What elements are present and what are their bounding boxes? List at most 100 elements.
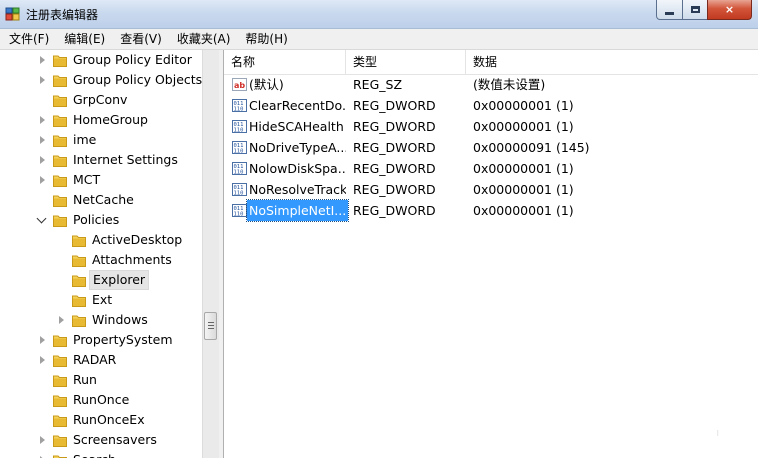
tree-item[interactable]: Run	[0, 370, 202, 390]
tree-item-label: PropertySystem	[73, 332, 173, 347]
collapsed-arrow-icon[interactable]	[59, 316, 64, 324]
tree-item-label: Internet Settings	[73, 152, 178, 167]
value-type: REG_SZ	[353, 77, 403, 92]
close-icon: ×	[724, 3, 735, 16]
folder-icon	[53, 193, 67, 207]
tree-item-label: NetCache	[73, 192, 134, 207]
tree-item[interactable]: MCT	[0, 170, 202, 190]
menu-file[interactable]: 文件(F)	[0, 29, 55, 49]
folder-icon	[53, 153, 67, 167]
close-button[interactable]: ×	[707, 0, 752, 20]
tree-item-label: Search	[70, 450, 119, 458]
tree-item[interactable]: Internet Settings	[0, 150, 202, 170]
column-header-type[interactable]: 类型	[346, 50, 466, 74]
collapsed-arrow-icon[interactable]	[40, 356, 45, 364]
menu-bar: 文件(F) 编辑(E) 查看(V) 收藏夹(A) 帮助(H)	[0, 29, 758, 50]
string-value-icon: ab	[232, 77, 247, 92]
menu-view[interactable]: 查看(V)	[111, 29, 168, 49]
svg-text:110: 110	[234, 212, 244, 218]
tree-item-label: GrpConv	[73, 92, 128, 107]
folder-icon	[53, 373, 67, 387]
tree-item[interactable]: Attachments	[0, 250, 202, 270]
folder-icon	[53, 213, 67, 227]
tree-scrollbar[interactable]	[202, 50, 219, 458]
title-bar[interactable]: 注册表编辑器 ×	[0, 0, 758, 29]
tree-item[interactable]: Policies	[0, 210, 202, 230]
folder-icon	[72, 233, 86, 247]
svg-text:110: 110	[234, 191, 244, 197]
tree-item[interactable]: NetCache	[0, 190, 202, 210]
tree-item[interactable]: GrpConv	[0, 90, 202, 110]
collapsed-arrow-icon[interactable]	[40, 336, 45, 344]
list-item[interactable]: 011 110 NoDriveTypeA... REG_DWORD 0x00000091…	[224, 137, 758, 158]
size-grip[interactable]: ⁝	[716, 429, 719, 438]
tree-item[interactable]: ActiveDesktop	[0, 230, 202, 250]
values-list[interactable]: 名称 类型 数据 ab (默认) REG_SZ (数值未设置) 011 110 ClearR…	[223, 50, 758, 458]
value-data: 0x00000001 (1)	[473, 182, 574, 197]
tree-item[interactable]: RunOnce	[0, 390, 202, 410]
collapsed-arrow-icon[interactable]	[40, 56, 45, 64]
value-type: REG_DWORD	[353, 182, 436, 197]
tree-item[interactable]: Ext	[0, 290, 202, 310]
list-item[interactable]: 011 110 NoResolveTrack REG_DWORD 0x00000001 …	[224, 179, 758, 200]
collapsed-arrow-icon[interactable]	[40, 156, 45, 164]
value-name: NoDriveTypeA...	[249, 140, 346, 155]
maximize-button[interactable]	[682, 0, 708, 20]
tree-item-label: Policies	[73, 212, 120, 227]
maximize-icon	[690, 6, 700, 13]
menu-edit[interactable]: 编辑(E)	[55, 29, 111, 49]
tree-item[interactable]: Windows	[0, 310, 202, 330]
folder-icon	[72, 313, 86, 327]
tree-item-label: Screensavers	[73, 432, 157, 447]
tree-item[interactable]: RunOnceEx	[0, 410, 202, 430]
tree-item[interactable]: Screensavers	[0, 430, 202, 450]
value-name: NoResolveTrack	[249, 182, 346, 197]
value-data: 0x00000001 (1)	[473, 161, 574, 176]
svg-text:110: 110	[234, 170, 244, 176]
folder-icon	[53, 173, 67, 187]
folder-icon	[53, 73, 67, 87]
key-tree[interactable]: Group Policy Editor Group Policy Objects G…	[0, 50, 220, 458]
collapsed-arrow-icon[interactable]	[40, 76, 45, 84]
tree-item[interactable]: ime	[0, 130, 202, 150]
list-item[interactable]: 011 110 ClearRecentDo... REG_DWORD 0x0000000…	[224, 95, 758, 116]
value-type: REG_DWORD	[353, 161, 436, 176]
folder-icon	[53, 113, 67, 127]
folder-icon	[72, 293, 86, 307]
list-item[interactable]: ab (默认) REG_SZ (数值未设置)	[224, 74, 758, 95]
column-header-data[interactable]: 数据	[466, 50, 758, 74]
tree-item-label: Ext	[92, 292, 113, 307]
minimize-button[interactable]	[656, 0, 683, 20]
value-name: HideSCAHealth	[249, 119, 344, 134]
list-item[interactable]: 011 110 NoSimpleNetI... REG_DWORD 0x00000001…	[224, 199, 758, 222]
collapsed-arrow-icon[interactable]	[40, 116, 45, 124]
tree-item[interactable]: Group Policy Objects	[0, 70, 202, 90]
folder-icon	[53, 393, 67, 407]
tree-item-label: ActiveDesktop	[92, 232, 183, 247]
collapsed-arrow-icon[interactable]	[40, 436, 45, 444]
folder-icon	[53, 333, 67, 347]
collapsed-arrow-icon[interactable]	[40, 136, 45, 144]
dword-value-icon: 011 110	[232, 182, 247, 197]
tree-item[interactable]: Group Policy Editor	[0, 50, 202, 70]
dword-value-icon: 011 110	[232, 140, 247, 155]
tree-item[interactable]: Search	[0, 450, 202, 458]
tree-item[interactable]: HomeGroup	[0, 110, 202, 130]
folder-icon	[53, 53, 67, 67]
expanded-arrow-icon[interactable]	[36, 213, 47, 224]
tree-item[interactable]: RADAR	[0, 350, 202, 370]
value-data: 0x00000001 (1)	[473, 119, 574, 134]
dword-value-icon: 011 110	[232, 119, 247, 134]
menu-favorites[interactable]: 收藏夹(A)	[168, 29, 237, 49]
list-item[interactable]: 011 110 NolowDiskSpa... REG_DWORD 0x00000001…	[224, 158, 758, 179]
collapsed-arrow-icon[interactable]	[40, 176, 45, 184]
tree-scrollbar-thumb[interactable]	[204, 312, 217, 340]
tree-item-label: Windows	[92, 312, 148, 327]
menu-help[interactable]: 帮助(H)	[236, 29, 293, 49]
tree-item-label: Group Policy Objects	[73, 72, 203, 87]
tree-item[interactable]: PropertySystem	[0, 330, 202, 350]
column-header-name[interactable]: 名称	[224, 50, 346, 74]
tree-item[interactable]: Explorer	[0, 270, 202, 290]
value-data: 0x00000001 (1)	[473, 98, 574, 113]
list-item[interactable]: 011 110 HideSCAHealth REG_DWORD 0x00000001 (…	[224, 116, 758, 137]
